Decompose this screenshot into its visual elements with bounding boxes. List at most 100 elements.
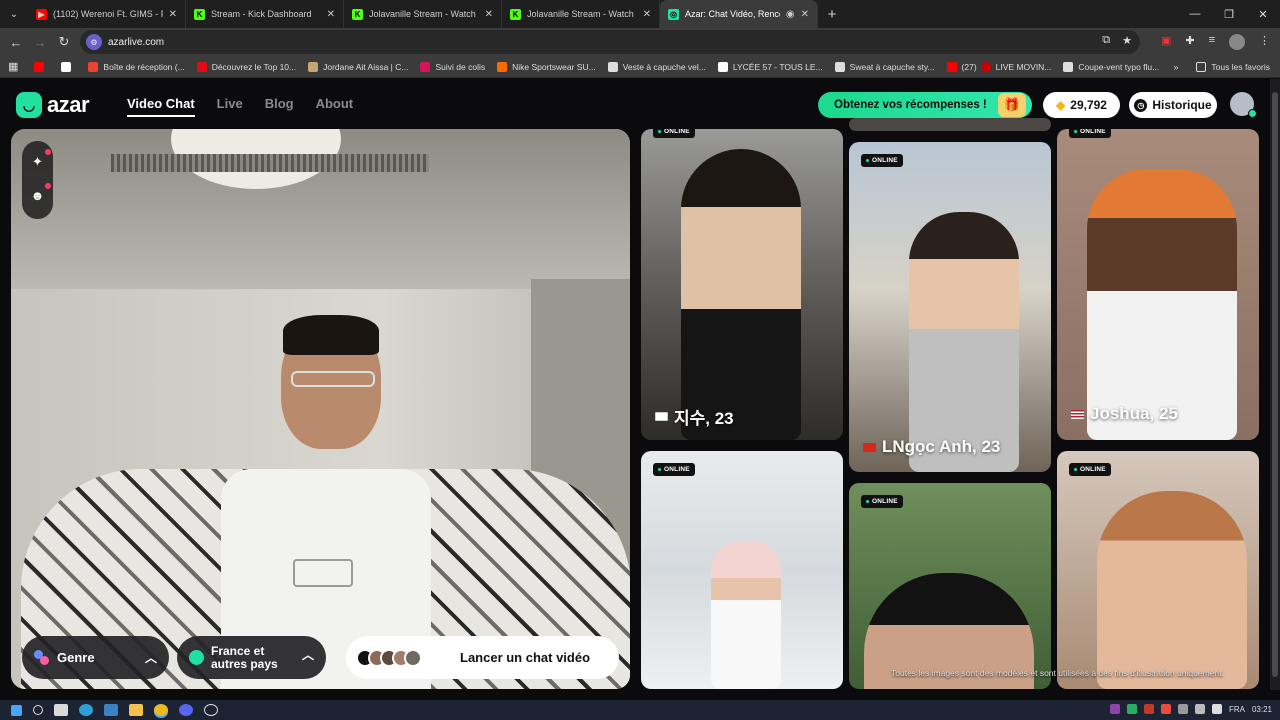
restore-icon[interactable]: ❐ xyxy=(1212,0,1246,28)
extension-icon[interactable]: ▣ xyxy=(1161,34,1171,50)
close-tab-icon[interactable]: ✕ xyxy=(801,9,809,20)
face-filter-icon[interactable]: ☻ xyxy=(29,183,51,204)
close-tab-icon[interactable]: ✕ xyxy=(485,9,493,20)
tray-app-icon[interactable] xyxy=(1109,704,1120,714)
clock[interactable]: 03:21 xyxy=(1252,705,1272,714)
discord-icon[interactable] xyxy=(179,704,193,716)
bookmark-favicon xyxy=(196,61,207,72)
tray-app-icon[interactable] xyxy=(1211,704,1222,714)
azar-logo-icon: ◡ xyxy=(16,92,42,118)
profile-card[interactable]: ONLINE 지수, 23 xyxy=(641,129,843,440)
rewards-label: Obtenez vos récompenses ! xyxy=(834,99,987,111)
mute-tab-icon[interactable]: ◉ xyxy=(786,9,795,20)
bookmark-item[interactable]: LIVE MOVIN... xyxy=(980,61,1052,72)
windows-start-icon[interactable] xyxy=(11,704,22,716)
explorer-icon[interactable] xyxy=(129,704,143,716)
profile-photo xyxy=(1087,169,1237,440)
apps-grid-icon[interactable]: ▦ xyxy=(8,60,18,73)
bookmark-label: LYCÉE 57 - TOUS LE... xyxy=(732,61,823,72)
more-bookmarks-icon[interactable]: » xyxy=(1174,62,1179,72)
bookmark-item[interactable]: Boîte de réception (... xyxy=(88,61,185,72)
language-indicator[interactable]: FRA xyxy=(1229,705,1245,714)
nav-video-chat[interactable]: Video Chat xyxy=(127,96,195,117)
korea-flag-icon xyxy=(655,412,668,421)
close-tab-icon[interactable]: ✕ xyxy=(643,9,651,20)
chevron-up-icon: ︿ xyxy=(144,651,157,665)
menu-kebab-icon[interactable]: ⋮ xyxy=(1259,34,1270,50)
bookmark-item[interactable]: Suivi de colis xyxy=(420,61,485,72)
edge-icon[interactable] xyxy=(79,704,93,716)
install-app-icon[interactable]: ⧉ xyxy=(1102,34,1110,47)
close-window-icon[interactable]: ✕ xyxy=(1246,0,1280,28)
chrome-icon[interactable] xyxy=(154,704,168,716)
tray-app-icon[interactable] xyxy=(1143,704,1154,714)
minimize-icon[interactable]: — xyxy=(1178,0,1212,28)
widgets-icon[interactable] xyxy=(54,704,68,716)
profile-card[interactable] xyxy=(849,118,1051,131)
bookmark-item[interactable]: Sweat à capuche sty... xyxy=(834,61,935,72)
nav-about[interactable]: About xyxy=(316,96,354,117)
browser-tab[interactable]: ▶ (1102) Werenoi Ft. GIMS - Pian ✕ xyxy=(28,0,186,28)
effects-sparkle-icon[interactable]: ✦ xyxy=(29,149,51,170)
tray-app-icon[interactable] xyxy=(1177,704,1188,714)
globe-icon xyxy=(189,650,204,665)
profile-card[interactable]: ONLINE xyxy=(641,451,843,689)
tab-search-icon[interactable]: ⌄ xyxy=(0,0,28,28)
search-icon[interactable] xyxy=(33,705,43,715)
country-label-line: France et xyxy=(211,643,265,658)
start-video-chat-button[interactable]: Lancer un chat vidéo xyxy=(346,636,619,679)
history-button[interactable]: ◷ Historique xyxy=(1129,92,1217,118)
browser-tab-active[interactable]: ◎ Azar: Chat Vidéo, Rencontr ◉ ✕ xyxy=(660,0,818,28)
new-tab-button[interactable]: + xyxy=(818,0,846,28)
close-tab-icon[interactable]: ✕ xyxy=(327,9,335,20)
media-controls-icon[interactable]: ≡ xyxy=(1209,34,1215,50)
profile-card[interactable]: ONLINE LNgọc Anh, 23 xyxy=(849,142,1051,472)
country-filter-button[interactable]: France et autres pays ︿ xyxy=(177,636,326,679)
profile-card[interactable]: ONLINE xyxy=(849,483,1051,689)
url-text: azarlive.com xyxy=(108,36,165,48)
back-icon[interactable]: ← xyxy=(4,35,28,50)
store-icon[interactable] xyxy=(104,704,118,716)
close-tab-icon[interactable]: ✕ xyxy=(169,9,177,20)
all-bookmarks-folder[interactable]: Tous les favoris xyxy=(1196,61,1270,72)
nav-blog[interactable]: Blog xyxy=(265,96,294,117)
browser-tab[interactable]: K Stream - Kick Dashboard ✕ xyxy=(186,0,344,28)
azar-logo[interactable]: ◡ azar xyxy=(16,92,90,118)
bookmark-item[interactable] xyxy=(34,61,49,72)
bookmark-item[interactable]: Veste à capuche vel... xyxy=(607,61,706,72)
profile-card[interactable]: ONLINE Joshua, 25 xyxy=(1057,129,1259,440)
bookmark-label: Boîte de réception (... xyxy=(103,61,185,72)
bookmark-star-icon[interactable]: ★ xyxy=(1122,34,1132,47)
nav-live[interactable]: Live xyxy=(217,96,243,117)
tray-app-icon[interactable] xyxy=(1160,704,1171,714)
site-info-icon[interactable]: ⚙ xyxy=(86,34,102,50)
tray-app-icon[interactable] xyxy=(1126,704,1137,714)
rewards-button[interactable]: Obtenez vos récompenses ! 🎁 xyxy=(818,92,1032,118)
profile-avatar-button[interactable] xyxy=(1230,92,1257,118)
extensions-puzzle-icon[interactable]: ✚ xyxy=(1185,34,1194,50)
gender-filter-button[interactable]: Genre ︿ xyxy=(22,636,169,679)
reload-icon[interactable]: ↻ xyxy=(52,34,76,50)
bookmark-item[interactable]: Découvrez le Top 10... xyxy=(196,61,296,72)
app-icon[interactable] xyxy=(204,704,218,716)
address-bar[interactable]: ⚙ azarlive.com ⧉ ★ xyxy=(80,30,1140,54)
country-label-line: autres pays xyxy=(211,656,278,671)
shirt-logo xyxy=(293,559,353,587)
browser-tab[interactable]: K Jolavanille Stream - Watch Live ✕ xyxy=(502,0,660,28)
bookmark-item[interactable]: LYCÉE 57 - TOUS LE... xyxy=(717,61,823,72)
bookmark-item[interactable] xyxy=(61,61,76,72)
bookmark-label: LIVE MOVIN... xyxy=(995,61,1052,72)
browser-toolbar: ← → ↻ ⚙ azarlive.com ⧉ ★ ▣ ✚ ≡ ⋮ xyxy=(0,28,1280,56)
forward-icon[interactable]: → xyxy=(28,35,52,50)
browser-tab[interactable]: K Jolavanille Stream - Watch Live ✕ xyxy=(344,0,502,28)
profile-avatar[interactable] xyxy=(1229,34,1245,50)
bookmark-item[interactable]: Coupe-vent typo flu... xyxy=(1063,61,1159,72)
bookmark-item[interactable]: Nike Sportswear SU... xyxy=(497,61,596,72)
tray-app-icon[interactable] xyxy=(1194,704,1205,714)
profile-card[interactable]: ONLINE xyxy=(1057,451,1259,689)
bookmark-item[interactable]: (27) xyxy=(946,61,977,72)
gallery-disclaimer: Toutes les images sont des modèles et so… xyxy=(891,668,1224,678)
scrollbar-thumb[interactable] xyxy=(1272,92,1278,677)
bookmark-item[interactable]: Jordane Ait Aissa | C... xyxy=(308,61,408,72)
gems-balance-button[interactable]: ◆ 29,792 xyxy=(1043,92,1120,118)
